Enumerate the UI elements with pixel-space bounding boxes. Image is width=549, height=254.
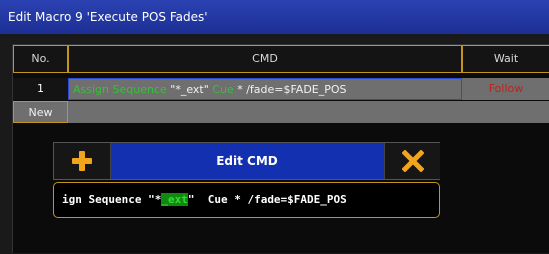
cmd-input-text-after: " Cue * /fade=$FADE_POS [187, 193, 347, 206]
cmd-input-text-before: ign Sequence "* [62, 193, 162, 206]
add-button[interactable] [54, 143, 111, 179]
new-line-button[interactable]: New [13, 101, 68, 123]
close-x-icon [401, 150, 424, 172]
plus-icon [72, 151, 92, 171]
cmd-input-selected-text: _ext [161, 193, 188, 206]
edit-cmd-dialog-header: Edit CMD [53, 142, 440, 180]
column-header-no[interactable]: No. [13, 45, 68, 73]
close-button[interactable] [384, 143, 440, 179]
column-header-cmd[interactable]: CMD [68, 45, 462, 73]
row-wait-cell[interactable]: Follow [462, 78, 549, 100]
column-header-wait[interactable]: Wait [462, 45, 549, 73]
row-number-cell[interactable]: 1 [13, 78, 68, 100]
new-row-cmd-cell[interactable] [68, 101, 462, 123]
cmd-text-input[interactable]: ign Sequence "*_ext" Cue * /fade=$FADE_P… [53, 182, 440, 218]
cmd-sequence-name: "*_ext" [166, 83, 213, 96]
window-title: Edit Macro 9 'Execute POS Fades' [0, 0, 549, 34]
cmd-fade-arguments: * /fade=$FADE_POS [233, 83, 347, 96]
dialog-title: Edit CMD [216, 154, 278, 168]
row-cmd-cell[interactable]: Assign Sequence "*_ext" Cue * /fade=$FAD… [68, 78, 462, 100]
new-row-wait-cell[interactable] [462, 101, 549, 123]
cmd-keyword-assign-sequence: Assign Sequence [73, 83, 167, 96]
cmd-keyword-cue: Cue [212, 83, 234, 96]
